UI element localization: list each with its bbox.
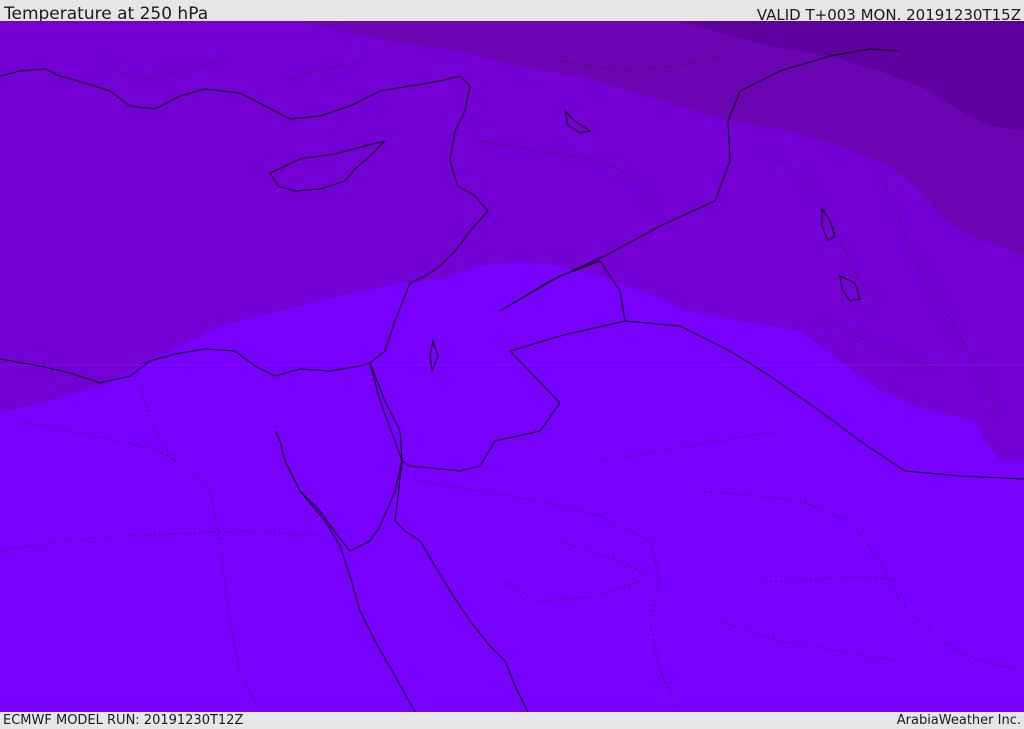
model-run-label: ECMWF MODEL RUN: 20191230T12Z — [3, 713, 244, 728]
map-canvas[interactable] — [0, 21, 1024, 712]
temperature-map — [0, 21, 1024, 712]
footer-bar: ECMWF MODEL RUN: 20191230T12Z ArabiaWeat… — [0, 712, 1024, 729]
map-frame: Temperature at 250 hPa VALID T+003 MON. … — [0, 0, 1024, 729]
credit-label: ArabiaWeather Inc. — [896, 713, 1021, 728]
header-bar: Temperature at 250 hPa VALID T+003 MON. … — [0, 0, 1024, 24]
